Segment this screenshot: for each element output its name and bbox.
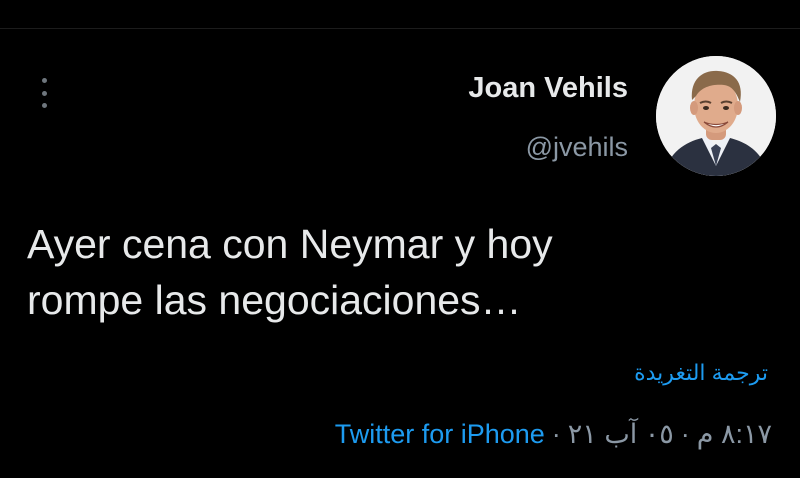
dot [41,103,47,108]
tweet-source-link[interactable]: Twitter for iPhone [335,419,545,450]
author-display-name[interactable]: Joan Vehils [468,70,628,106]
dot [41,90,47,96]
avatar-image [656,56,776,176]
tweet-meta: ٨:١٧ م · ٠٥ آب ٢١ · Twitter for iPhone [335,419,772,450]
dot [41,78,47,83]
author-names: Joan Vehils @jvehils [468,68,628,164]
tweet-time[interactable]: ٨:١٧ م [697,419,772,450]
author-handle[interactable]: @jvehils [526,130,628,164]
meta-separator: · [680,419,690,449]
vertical-ellipsis-icon[interactable] [34,78,54,108]
tweet-text: Ayer cena con Neymar y hoy rompe las neg… [27,216,767,328]
tweet-date[interactable]: ٠٥ آب ٢١ [568,419,674,450]
tweet-header: Joan Vehils @jvehils [468,56,776,176]
meta-separator: · [551,419,561,449]
tweet-text-line: rompe las negociaciones… [27,277,522,323]
tweet-text-line: Ayer cena con Neymar y hoy [27,221,553,267]
avatar[interactable] [656,56,776,176]
top-divider [0,28,800,29]
translate-tweet-link[interactable]: ترجمة التغريدة [634,360,768,386]
